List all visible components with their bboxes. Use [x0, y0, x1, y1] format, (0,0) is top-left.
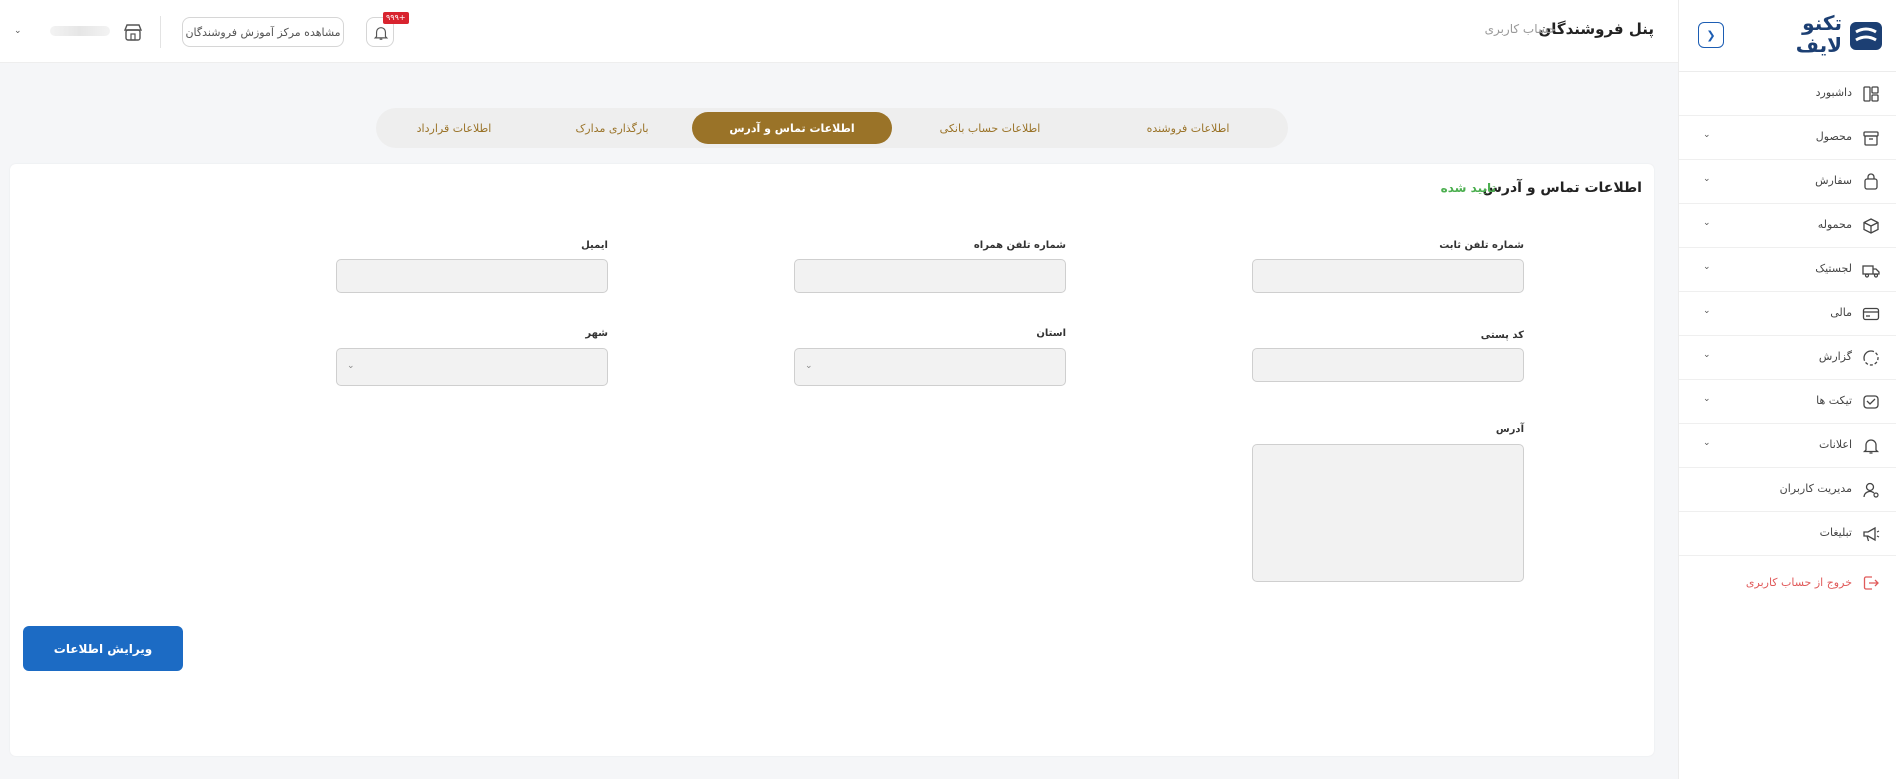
sidebar-item-dashboard[interactable]: داشبورد: [1679, 72, 1896, 116]
logo-line-1: تکنو: [1802, 11, 1842, 35]
sidebar-item-label: محصول: [1815, 130, 1852, 143]
ticket-icon: [1863, 395, 1879, 409]
tab-bank-account[interactable]: اطلاعات حساب بانکی: [892, 112, 1088, 144]
postal-code-label: کد پستی: [1480, 330, 1524, 341]
report-icon: [1863, 350, 1879, 366]
shop-icon[interactable]: [123, 22, 143, 42]
header-divider: [160, 16, 161, 48]
sidebar-item-logistics[interactable]: لجستیک ⌄: [1679, 248, 1896, 292]
order-bag-icon: [1864, 173, 1878, 190]
sidebar-item-logout[interactable]: خروج از حساب کاربری: [1679, 556, 1896, 606]
address-textarea[interactable]: [1252, 444, 1524, 582]
sidebar-item-label: محموله: [1817, 218, 1852, 231]
sidebar-item-product[interactable]: محصول ⌄: [1679, 116, 1896, 160]
sidebar-item-label: تیکت ها: [1816, 394, 1852, 407]
breadcrumb[interactable]: حساب کاربری: [1485, 22, 1556, 36]
email-input[interactable]: [336, 259, 608, 293]
sidebar-item-notifications[interactable]: اعلانات ⌄: [1679, 424, 1896, 468]
postal-code-input[interactable]: [1252, 348, 1524, 382]
logo-line-2: لایف: [1795, 33, 1842, 57]
edit-info-button[interactable]: ویرایش اطلاعات: [23, 626, 183, 671]
sidebar-item-label: اعلانات: [1819, 438, 1852, 451]
chevron-left-icon: ❮: [1706, 28, 1716, 42]
chevron-down-icon: ⌄: [347, 361, 355, 371]
city-select[interactable]: ⌄: [336, 348, 608, 386]
city-label: شهر: [585, 328, 608, 339]
brand-logo-text: تکنو لایف: [1782, 12, 1842, 56]
sidebar-item-label: مالی: [1830, 306, 1852, 319]
truck-icon: [1862, 265, 1880, 278]
top-header: پنل فروشندگان حساب کاربری مشاهده مرکز آم…: [0, 0, 1678, 63]
mobile-input[interactable]: [794, 259, 1066, 293]
card-icon: [1862, 307, 1880, 321]
logo-area: تکنو لایف ❮: [1679, 0, 1896, 72]
bell-icon: [373, 27, 389, 40]
sidebar-item-ads[interactable]: تبلیغات: [1679, 512, 1896, 556]
province-select[interactable]: ⌄: [794, 348, 1066, 386]
notification-badge: +۹۹۹: [383, 12, 409, 24]
sidebar-item-label: مدیریت کاربران: [1779, 482, 1852, 495]
sidebar-item-label: داشبورد: [1815, 86, 1852, 99]
province-label: استان: [1036, 328, 1066, 339]
sidebar-item-tickets[interactable]: تیکت ها ⌄: [1679, 380, 1896, 424]
tab-contact-address[interactable]: اطلاعات تماس و آدرس: [692, 112, 892, 144]
chevron-down-icon: ⌄: [1703, 262, 1711, 272]
chevron-down-icon: ⌄: [1703, 394, 1711, 404]
address-label: آدرس: [1495, 424, 1524, 435]
sidebar-item-label: تبلیغات: [1819, 526, 1852, 539]
logout-label: خروج از حساب کاربری: [1745, 576, 1852, 589]
profile-tabs: اطلاعات فروشنده اطلاعات حساب بانکی اطلاع…: [376, 108, 1288, 148]
mobile-label: شماره تلفن همراه: [973, 240, 1066, 251]
logout-icon: [1863, 576, 1879, 590]
chevron-down-icon: ⌄: [1703, 438, 1711, 448]
landline-input[interactable]: [1252, 259, 1524, 293]
chevron-down-icon[interactable]: ⌄: [14, 26, 22, 36]
sidebar-item-label: لجستیک: [1815, 262, 1852, 275]
academy-button[interactable]: مشاهده مرکز آموزش فروشندگان: [182, 17, 344, 47]
card-title: اطلاعات تماس و آدرس: [1482, 180, 1642, 196]
bell-icon: [1862, 439, 1880, 454]
tab-seller-info[interactable]: اطلاعات فروشنده: [1088, 112, 1288, 144]
sidebar-nav: داشبورد محصول ⌄ سفارش ⌄ محموله ⌄ لجستیک …: [1679, 72, 1896, 606]
status-badge: تایید شده: [1440, 181, 1496, 195]
tab-documents-upload[interactable]: بارگذاری مدارک: [532, 112, 692, 144]
sidebar-item-report[interactable]: گزارش ⌄: [1679, 336, 1896, 380]
sidebar-collapse-button[interactable]: ❮: [1698, 22, 1724, 48]
contact-address-card: اطلاعات تماس و آدرس تایید شده شماره تلفن…: [10, 164, 1654, 756]
megaphone-icon: [1863, 526, 1880, 542]
sidebar-item-order[interactable]: سفارش ⌄: [1679, 160, 1896, 204]
sidebar-item-user-management[interactable]: مدیریت کاربران: [1679, 468, 1896, 512]
sidebar-item-label: سفارش: [1815, 174, 1852, 187]
product-icon: [1863, 131, 1879, 146]
chevron-down-icon: ⌄: [1703, 306, 1711, 316]
landline-label: شماره تلفن ثابت: [1439, 240, 1524, 251]
package-icon: [1863, 218, 1879, 234]
chevron-down-icon: ⌄: [1703, 350, 1711, 360]
tab-contract-info[interactable]: اطلاعات قرارداد: [376, 112, 532, 144]
chevron-down-icon: ⌄: [1703, 130, 1711, 140]
chevron-down-icon: ⌄: [1703, 174, 1711, 184]
sidebar-item-label: گزارش: [1818, 350, 1852, 363]
sidebar-item-finance[interactable]: مالی ⌄: [1679, 292, 1896, 336]
user-manage-icon: [1863, 482, 1879, 498]
sidebar-item-shipment[interactable]: محموله ⌄: [1679, 204, 1896, 248]
sidebar: تکنو لایف ❮ داشبورد محصول ⌄ سفارش ⌄ محمو…: [1678, 0, 1896, 779]
dashboard-icon: [1863, 86, 1879, 102]
email-label: ایمیل: [581, 240, 608, 251]
chevron-down-icon: ⌄: [805, 361, 813, 371]
chevron-down-icon: ⌄: [1703, 218, 1711, 228]
user-name-blurred[interactable]: [50, 26, 110, 36]
brand-logo-icon: [1850, 22, 1882, 50]
